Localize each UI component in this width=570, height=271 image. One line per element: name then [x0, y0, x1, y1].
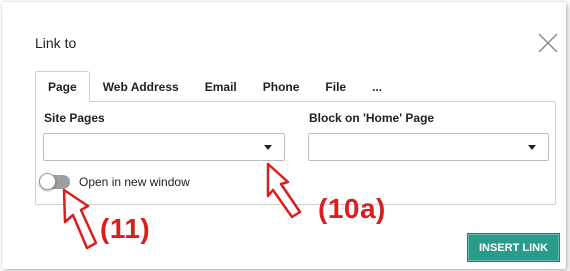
tab-phone[interactable]: Phone — [250, 71, 313, 102]
site-pages-select[interactable] — [43, 133, 285, 161]
chevron-down-icon — [528, 145, 536, 150]
block-select[interactable] — [308, 133, 549, 161]
chevron-down-icon — [264, 145, 272, 150]
tab-file[interactable]: File — [312, 71, 359, 102]
annotation-label-11: (11) — [100, 213, 151, 244]
annotation-label-10a: (10a) — [318, 193, 386, 224]
block-label: Block on 'Home' Page — [309, 111, 435, 125]
site-pages-label: Site Pages — [44, 111, 105, 125]
tab-more[interactable]: ... — [359, 71, 395, 102]
dialog-title: Link to — [35, 35, 77, 51]
tab-web-address[interactable]: Web Address — [90, 71, 192, 102]
close-icon[interactable] — [537, 32, 559, 54]
insert-link-button[interactable]: INSERT LINK — [467, 233, 560, 262]
tab-email[interactable]: Email — [192, 71, 250, 102]
link-type-tabs: Page Web Address Email Phone File ... — [35, 71, 395, 102]
annotation-arrow-10a — [266, 162, 302, 219]
tab-page[interactable]: Page — [35, 71, 90, 102]
